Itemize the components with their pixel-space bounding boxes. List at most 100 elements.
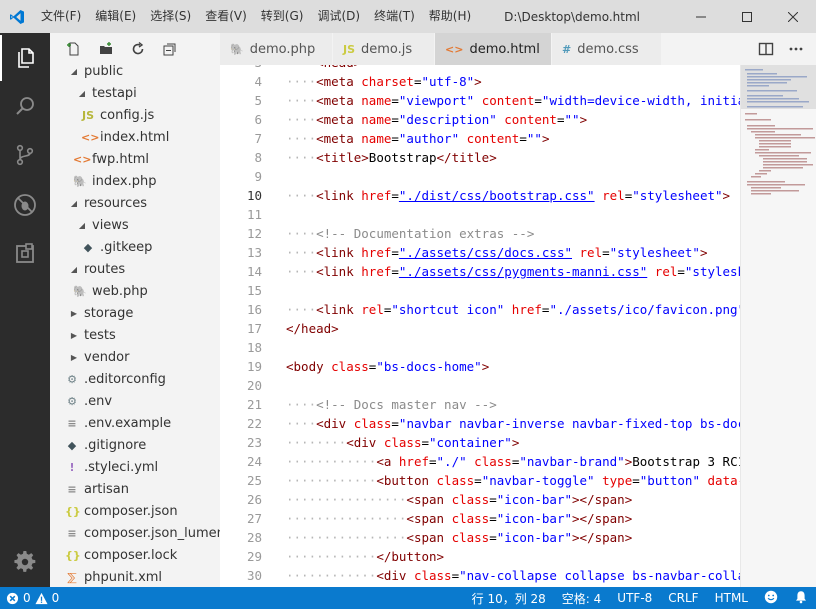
code-line[interactable]: 21 ····<!-- Docs master nav --> <box>220 395 740 414</box>
code-line[interactable]: 27 ················<span class="icon-bar"… <box>220 509 740 528</box>
code-line[interactable]: 15 <box>220 281 740 300</box>
code-line[interactable]: 8 ····<title>Bootstrap</title> <box>220 148 740 167</box>
menu-bar: 文件(F) 编辑(E) 选择(S) 查看(V) 转到(G) 调试(D) 终端(T… <box>34 0 478 33</box>
tree-item[interactable]: <> index.html <box>50 127 220 149</box>
tree-item[interactable]: ≡ artisan <box>50 479 220 501</box>
tab-demo-php[interactable]: 🐘 demo.php <box>220 33 333 65</box>
end-of-line[interactable]: CRLF <box>660 591 706 605</box>
tab-demo-js[interactable]: JS demo.js <box>333 33 435 65</box>
code-editor[interactable]: 3····<head>4····<meta charset="utf-8">5·… <box>220 65 816 587</box>
menu-file[interactable]: 文件(F) <box>34 0 88 33</box>
tree-item[interactable]: ◢ resources <box>50 193 220 215</box>
refresh-icon[interactable] <box>128 39 148 59</box>
code-line[interactable]: 22 ····<div class="navbar navbar-inverse … <box>220 414 740 433</box>
problems-indicator[interactable]: 0 0 <box>0 591 59 605</box>
code-line[interactable]: 25 ············<button class="navbar-togg… <box>220 471 740 490</box>
code-line[interactable]: 29 ············</button> <box>220 547 740 566</box>
code-line[interactable]: 19 <body class="bs-docs-home"> <box>220 357 740 376</box>
code-line[interactable]: 7 ····<meta name="author" content=""> <box>220 129 740 148</box>
chevron-right-icon[interactable]: ▶ <box>69 325 79 347</box>
tree-item[interactable]: ◆ .gitkeep <box>50 237 220 259</box>
tree-item[interactable]: ▶ tests <box>50 325 220 347</box>
extensions-icon[interactable] <box>0 231 50 277</box>
code-line[interactable]: 13 ····<link href="./assets/css/docs.css"… <box>220 243 740 262</box>
indentation[interactable]: 空格: 4 <box>554 590 610 607</box>
chevron-down-icon[interactable]: ◢ <box>69 259 79 281</box>
chevron-down-icon[interactable]: ◢ <box>69 193 79 215</box>
tree-item[interactable]: ⚙ .editorconfig <box>50 369 220 391</box>
menu-debug[interactable]: 调试(D) <box>310 0 367 33</box>
code-line[interactable]: 17 </head> <box>220 319 740 338</box>
code-line[interactable]: 24 ············<a href="./" class="navbar… <box>220 452 740 471</box>
code-line[interactable]: 9 <box>220 167 740 186</box>
menu-terminal[interactable]: 终端(T) <box>367 0 422 33</box>
explorer-icon[interactable] <box>0 35 50 81</box>
code-line[interactable]: 4 ····<meta charset="utf-8"> <box>220 72 740 91</box>
notifications-bell-icon[interactable] <box>786 590 816 607</box>
code-line[interactable]: 5 ····<meta name="viewport" content="widt… <box>220 91 740 110</box>
code-line[interactable]: 18 <box>220 338 740 357</box>
chevron-down-icon[interactable]: ◢ <box>69 61 79 83</box>
code-line[interactable]: 20 <box>220 376 740 395</box>
tree-item[interactable]: ▶ vendor <box>50 347 220 369</box>
tree-item[interactable]: ≡ composer.json_lumen... <box>50 523 220 545</box>
tree-item[interactable]: JS config.js <box>50 105 220 127</box>
new-folder-icon[interactable] <box>96 39 116 59</box>
tree-item[interactable]: ▶ storage <box>50 303 220 325</box>
chevron-down-icon[interactable]: ◢ <box>77 83 87 105</box>
code-line[interactable]: 3 ····<head> <box>220 65 740 72</box>
new-file-icon[interactable] <box>64 39 84 59</box>
code-line[interactable]: 6 ····<meta name="description" content=""… <box>220 110 740 129</box>
more-actions-icon[interactable] <box>786 39 806 59</box>
source-control-icon[interactable] <box>0 132 50 178</box>
language-mode[interactable]: HTML <box>707 591 756 605</box>
tree-item[interactable]: <> fwp.html <box>50 149 220 171</box>
menu-edit[interactable]: 编辑(E) <box>88 0 143 33</box>
tree-item[interactable]: ◢ routes <box>50 259 220 281</box>
split-editor-icon[interactable] <box>756 39 776 59</box>
chevron-right-icon[interactable]: ▶ <box>69 347 79 369</box>
tree-item[interactable]: ◆ .gitignore <box>50 435 220 457</box>
code-line[interactable]: 14 ····<link href="./assets/css/pygments-… <box>220 262 740 281</box>
collapse-all-icon[interactable] <box>160 39 180 59</box>
tree-item[interactable]: ⅀ phpunit.xml <box>50 567 220 587</box>
tree-item[interactable]: {} composer.json <box>50 501 220 523</box>
menu-help[interactable]: 帮助(H) <box>422 0 478 33</box>
code-line[interactable]: 11 <box>220 205 740 224</box>
tree-item[interactable]: 🐘 web.php <box>50 281 220 303</box>
tree-item[interactable]: ◢ views <box>50 215 220 237</box>
tree-item[interactable]: 🐘 index.php <box>50 171 220 193</box>
feedback-smiley-icon[interactable] <box>756 590 786 607</box>
menu-view[interactable]: 查看(V) <box>198 0 254 33</box>
code-line[interactable]: 30 ············<div class="nav-collapse c… <box>220 566 740 585</box>
code-line[interactable]: 26 ················<span class="icon-bar"… <box>220 490 740 509</box>
tree-item[interactable]: ◢ testapi <box>50 83 220 105</box>
tree-item[interactable]: ! .styleci.yml <box>50 457 220 479</box>
maximize-button[interactable] <box>724 0 770 33</box>
tree-item[interactable]: ⚙ .env <box>50 391 220 413</box>
search-icon[interactable] <box>0 83 50 129</box>
minimap[interactable] <box>740 65 816 587</box>
chevron-right-icon[interactable]: ▶ <box>69 303 79 325</box>
menu-go[interactable]: 转到(G) <box>254 0 311 33</box>
code-line[interactable]: 12 ····<!-- Documentation extras --> <box>220 224 740 243</box>
code-line[interactable]: 10 ····<link href="./dist/css/bootstrap.c… <box>220 186 740 205</box>
code-line[interactable]: 23 ········<div class="container"> <box>220 433 740 452</box>
menu-selection[interactable]: 选择(S) <box>143 0 198 33</box>
code-line[interactable]: 16 ····<link rel="shortcut icon" href="./… <box>220 300 740 319</box>
code-token: "author" <box>398 131 460 146</box>
tree-item[interactable]: {} composer.lock <box>50 545 220 567</box>
tree-item[interactable]: ◢ public <box>50 61 220 83</box>
chevron-down-icon[interactable]: ◢ <box>77 215 87 237</box>
settings-gear-icon[interactable] <box>0 539 50 585</box>
tab-demo-html[interactable]: <> demo.html <box>435 33 552 65</box>
code-line[interactable]: 28 ················<span class="icon-bar"… <box>220 528 740 547</box>
encoding[interactable]: UTF-8 <box>609 591 660 605</box>
minimize-button[interactable] <box>678 0 724 33</box>
code-lines[interactable]: 3····<head>4····<meta charset="utf-8">5·… <box>220 65 740 585</box>
tab-demo-css[interactable]: # demo.css <box>552 33 662 65</box>
close-button[interactable] <box>770 0 816 33</box>
tree-item[interactable]: ≡ .env.example <box>50 413 220 435</box>
cursor-position[interactable]: 行 10，列 28 <box>464 590 554 607</box>
debug-icon[interactable] <box>0 182 50 228</box>
